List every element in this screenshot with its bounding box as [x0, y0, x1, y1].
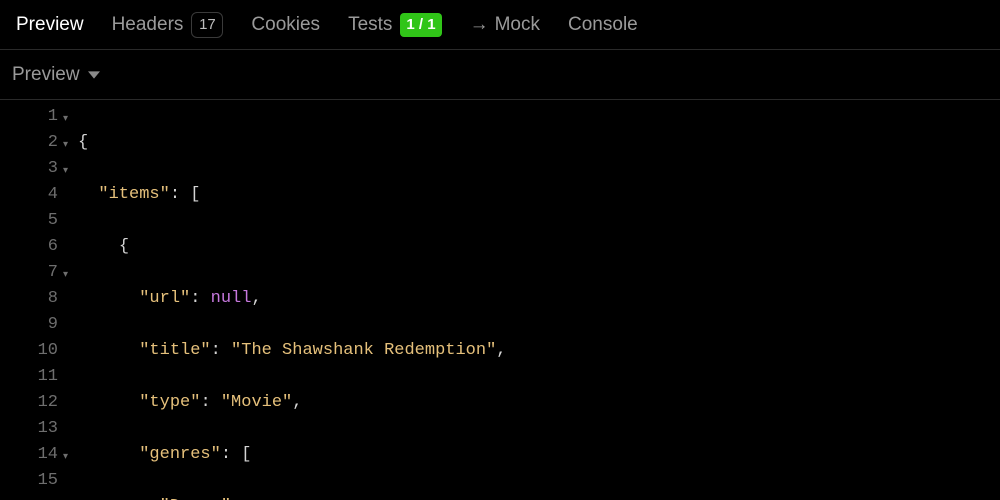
response-tabs: Preview Headers 17 Cookies Tests 1 / 1 →… [0, 0, 1000, 50]
preview-mode-label: Preview [12, 64, 80, 86]
tests-pass-badge: 1 / 1 [400, 13, 441, 37]
gutter-line[interactable]: 13 [0, 416, 78, 442]
tab-cookies[interactable]: Cookies [251, 0, 320, 49]
gutter-line[interactable]: 4 [0, 182, 78, 208]
gutter-line[interactable]: 7▾ [0, 260, 78, 286]
tab-preview[interactable]: Preview [16, 0, 84, 49]
tab-console-label: Console [568, 14, 638, 36]
gutter-line[interactable]: 8 [0, 286, 78, 312]
gutter-line[interactable]: 3▾ [0, 156, 78, 182]
tab-tests-label: Tests [348, 14, 392, 36]
gutter-line[interactable]: 2▾ [0, 130, 78, 156]
preview-subbar: Preview [0, 50, 1000, 100]
tab-console[interactable]: Console [568, 0, 638, 49]
gutter-line[interactable]: 15 [0, 468, 78, 494]
line-gutter: 1▾ 2▾ 3▾ 4 5 6 7▾ 8 9 10 11 12 13 14▾ 15 [0, 100, 78, 500]
json-viewer: 1▾ 2▾ 3▾ 4 5 6 7▾ 8 9 10 11 12 13 14▾ 15… [0, 100, 1000, 500]
gutter-line[interactable]: 12 [0, 390, 78, 416]
gutter-line[interactable]: 5 [0, 208, 78, 234]
gutter-line[interactable]: 1▾ [0, 104, 78, 130]
gutter-line[interactable]: 10 [0, 338, 78, 364]
arrow-right-icon: → [470, 14, 489, 36]
preview-mode-dropdown[interactable]: Preview [12, 64, 100, 86]
headers-count-badge: 17 [191, 12, 223, 38]
gutter-line[interactable]: 11 [0, 364, 78, 390]
tab-preview-label: Preview [16, 14, 84, 36]
chevron-down-icon [88, 69, 100, 81]
tab-headers[interactable]: Headers 17 [112, 0, 224, 49]
tab-tests[interactable]: Tests 1 / 1 [348, 0, 442, 49]
gutter-line[interactable]: 9 [0, 312, 78, 338]
tab-mock-label: Mock [495, 14, 540, 36]
tab-mock[interactable]: → Mock [470, 0, 540, 49]
tab-cookies-label: Cookies [251, 14, 320, 36]
tab-headers-label: Headers [112, 14, 184, 36]
gutter-line[interactable]: 6 [0, 234, 78, 260]
json-code[interactable]: { "items": [ { "url": null, "title": "Th… [78, 100, 1000, 500]
gutter-line[interactable]: 14▾ [0, 442, 78, 468]
